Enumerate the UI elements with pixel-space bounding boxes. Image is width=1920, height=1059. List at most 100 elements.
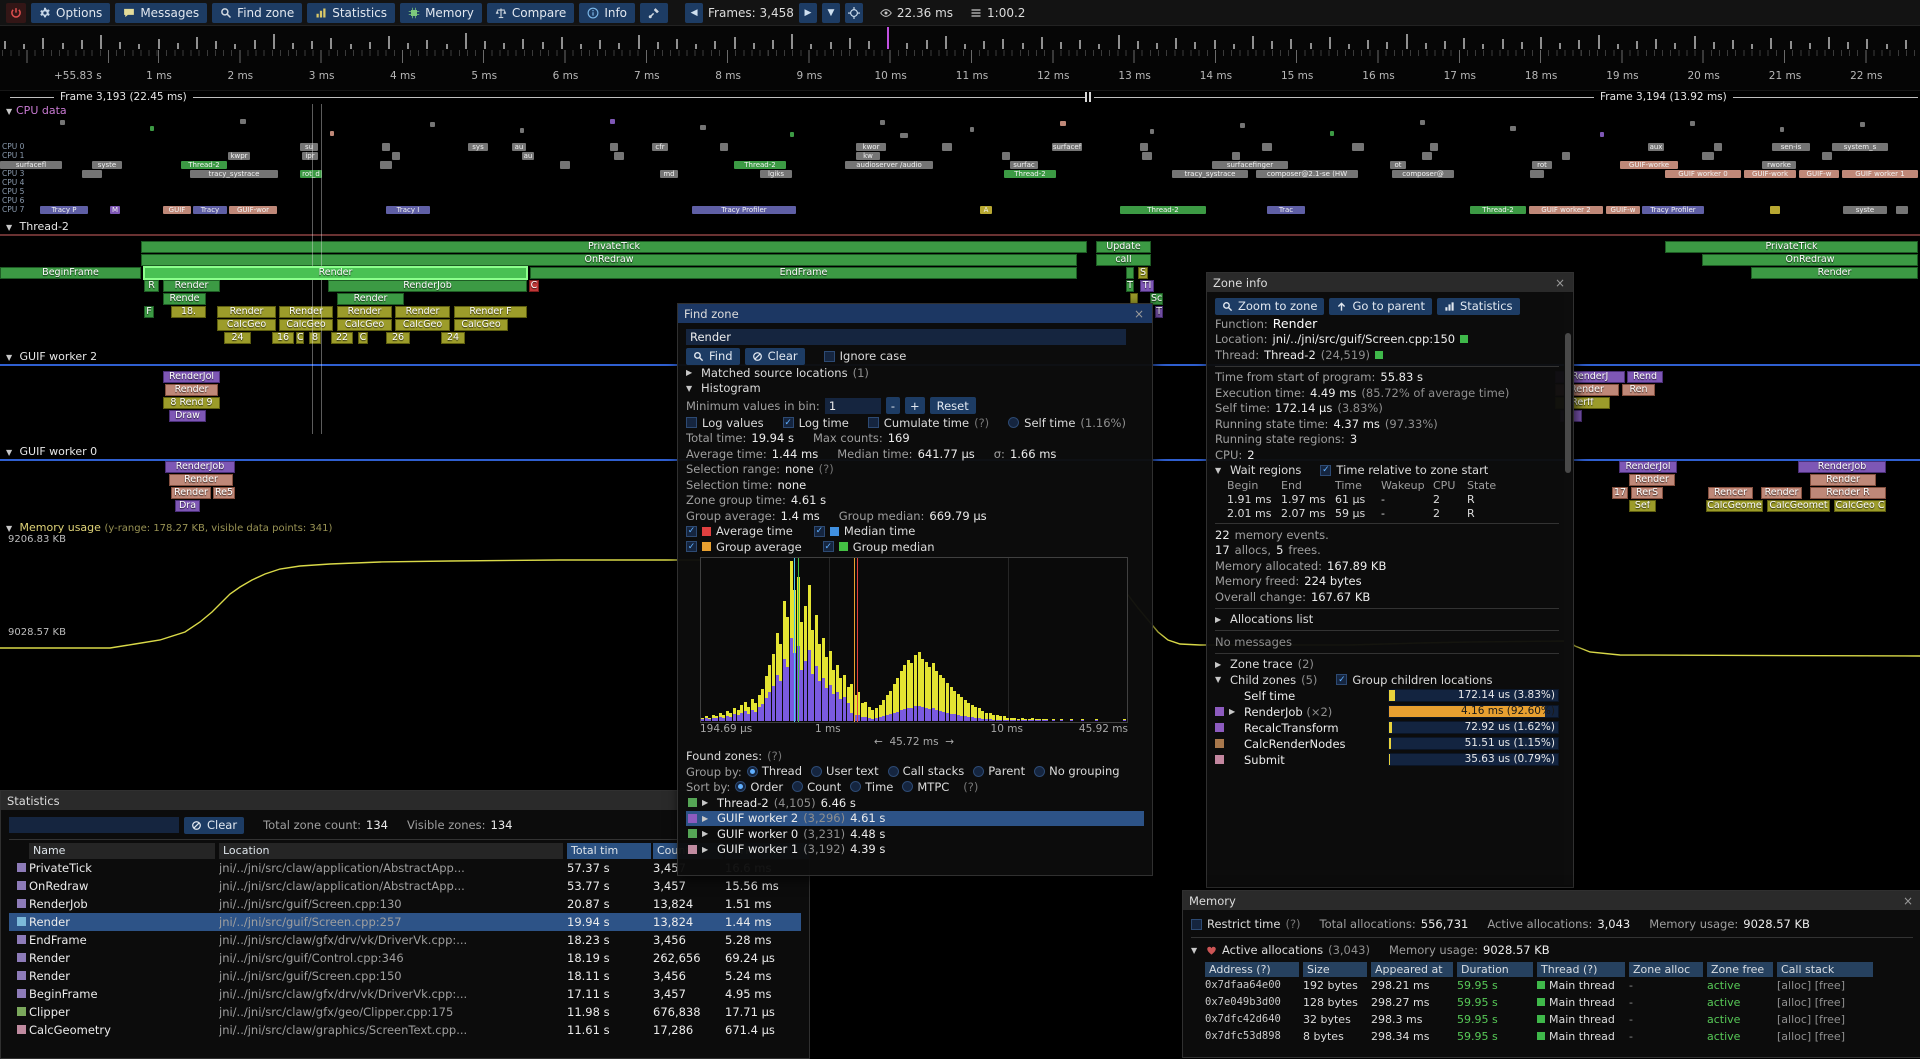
cpu-segment[interactable]: Thread-2 (1004, 170, 1056, 178)
self-time-radio[interactable] (1008, 417, 1019, 428)
zone-info-title-bar[interactable]: Zone info × (1207, 273, 1573, 292)
cpu-segment[interactable]: cfr (652, 143, 668, 151)
frame-bar[interactable] (1578, 40, 1580, 49)
cpu-segment[interactable]: rworke (1762, 161, 1796, 169)
cpu-segment[interactable]: Thread-2 (1470, 206, 1526, 214)
cpu-segment[interactable]: composer@ (1392, 170, 1454, 178)
cpu-segment[interactable] (1262, 143, 1272, 151)
child-zones-label[interactable]: Child zones (1230, 673, 1296, 687)
stat-header-name[interactable]: Name (29, 843, 215, 859)
frame-bar[interactable] (1310, 43, 1312, 49)
frame-bar[interactable] (388, 36, 390, 49)
cpu-segment[interactable]: GUIF worker 1 (1842, 170, 1918, 178)
frame-bar[interactable] (1156, 43, 1158, 49)
frame-bar[interactable] (638, 35, 640, 49)
cpu-segment[interactable]: audioserver /audio (845, 161, 933, 169)
alloc-call-stack[interactable]: [alloc] [free] (1777, 1013, 1845, 1026)
timeline-zone[interactable]: PrivateTick (141, 241, 1087, 253)
min-bin-decrease-button[interactable]: - (886, 397, 900, 414)
legend-checkbox[interactable] (814, 526, 825, 537)
timeline-zone[interactable]: 26 (386, 332, 410, 344)
cpu-segment[interactable] (720, 143, 728, 151)
thread-header-guif0[interactable]: ▼ GUIF worker 0 (6, 445, 97, 458)
timeline-zone[interactable]: Render (1751, 267, 1918, 279)
reset-button[interactable]: Reset (930, 397, 976, 414)
statistics-row[interactable]: Renderjni/../jni/src/guif/Screen.cpp:257… (9, 913, 801, 931)
toolbar-button-memory[interactable]: Memory (400, 3, 482, 23)
cpu-segment[interactable]: Tracy Profiler (692, 206, 796, 214)
timeline-zone[interactable]: Rencer (1708, 487, 1753, 499)
timeline-zone[interactable]: OnRedraw (141, 254, 1077, 266)
timeline-zone[interactable]: Render (1761, 487, 1802, 499)
frame-bar[interactable] (1406, 34, 1408, 49)
cpu-segment[interactable]: rot (1532, 161, 1552, 169)
close-icon[interactable]: × (1132, 307, 1146, 321)
alloc-header-7[interactable]: Call stack (1777, 962, 1873, 977)
group-by-option[interactable]: Call stacks (888, 764, 965, 778)
group-by-option[interactable]: No grouping (1034, 764, 1119, 778)
cpu-segment[interactable]: au (512, 143, 526, 151)
frame-bar[interactable] (100, 35, 102, 49)
frame-bar[interactable] (753, 43, 755, 49)
timeline-zone[interactable]: 24 (224, 332, 251, 344)
timeline-zone[interactable]: T (1126, 280, 1134, 292)
cpu-segment[interactable]: GUIF-worke (1620, 161, 1678, 169)
find-zone-histogram[interactable] (700, 557, 1128, 723)
frame-bar[interactable] (945, 36, 947, 49)
cpu-segment[interactable]: Trac (1267, 206, 1305, 214)
frame-bar[interactable] (215, 41, 217, 49)
collapse-icon[interactable]: ▼ (686, 384, 696, 393)
cpu-segment[interactable]: GUIF worker 0 (1665, 170, 1741, 178)
frame-bar[interactable] (407, 43, 409, 49)
frame-bar[interactable] (119, 42, 121, 49)
cpu-segment[interactable] (82, 170, 102, 178)
cpu-segment[interactable]: sys (468, 143, 488, 151)
group-by-option[interactable]: Parent (973, 764, 1025, 778)
cpu-segment[interactable] (1430, 143, 1438, 151)
cpu-segment[interactable]: GUIF-wor (229, 206, 277, 214)
histogram-section-label[interactable]: Histogram (701, 381, 761, 395)
cpu-segment[interactable]: aux (1648, 143, 1664, 151)
frame-bar[interactable] (1194, 42, 1196, 49)
cpu-segment[interactable]: GUIF-w (1799, 170, 1839, 178)
stat-header-total-tim[interactable]: Total tim (567, 843, 651, 859)
frame-bar[interactable] (1098, 44, 1100, 49)
statistics-row[interactable]: Renderjni/../jni/src/guif/Control.cpp:34… (9, 949, 801, 967)
frame-bar[interactable] (23, 44, 25, 49)
frame-dropdown-button[interactable]: ▼ (822, 3, 840, 23)
thread-indicator[interactable] (1375, 351, 1383, 359)
frame-bar[interactable] (1271, 41, 1273, 49)
toolbar-button-statistics[interactable]: Statistics (307, 3, 395, 23)
timeline-zone[interactable]: Render (165, 384, 218, 396)
timeline-zone[interactable]: Render (337, 306, 392, 318)
cpu-segment[interactable] (942, 143, 952, 151)
wait-regions-label[interactable]: Wait regions (1230, 463, 1301, 477)
timeline-zone[interactable]: Render F (454, 306, 527, 318)
frame-bar[interactable] (772, 40, 774, 49)
timeline-zone[interactable]: Render (169, 474, 233, 486)
frame-bar[interactable] (830, 42, 832, 49)
frame-bar[interactable] (1290, 39, 1292, 49)
active-allocations-section[interactable]: Active allocations (1222, 943, 1323, 957)
cpu-segment[interactable]: Tracy Profiler (1642, 206, 1704, 214)
frame-bar[interactable] (1809, 43, 1811, 49)
frame-bar[interactable] (695, 44, 697, 49)
frame-bar[interactable] (1886, 44, 1888, 49)
timeline-zone[interactable]: Tl (1140, 280, 1154, 292)
collapse-icon[interactable]: ▼ (1215, 675, 1225, 684)
statistics-row[interactable]: BeginFramejni/../jni/src/claw/gfx/drv/vk… (9, 985, 801, 1003)
cpu-segment[interactable] (1422, 152, 1432, 160)
cpu-segment[interactable]: Thread-2 (734, 161, 786, 169)
frame-bar[interactable] (791, 34, 793, 49)
alloc-header-1[interactable]: Size (1303, 962, 1367, 977)
timeline-zone[interactable]: BeginFrame (0, 267, 141, 279)
statistics-row[interactable]: EndFramejni/../jni/src/claw/gfx/drv/vk/D… (9, 931, 801, 949)
timeline-zone[interactable]: RerS (1631, 487, 1663, 499)
child-zone-row[interactable]: ▶Self time172.14 us (3.83%) (1215, 688, 1559, 704)
frame-bar[interactable] (657, 42, 659, 49)
frame-bar[interactable] (714, 41, 716, 49)
goto-frame-button[interactable] (845, 3, 863, 23)
legend-checkbox[interactable] (686, 541, 697, 552)
cpu-segment[interactable]: Thread-2 (181, 161, 227, 169)
timeline-zone[interactable]: Update (1096, 241, 1151, 253)
